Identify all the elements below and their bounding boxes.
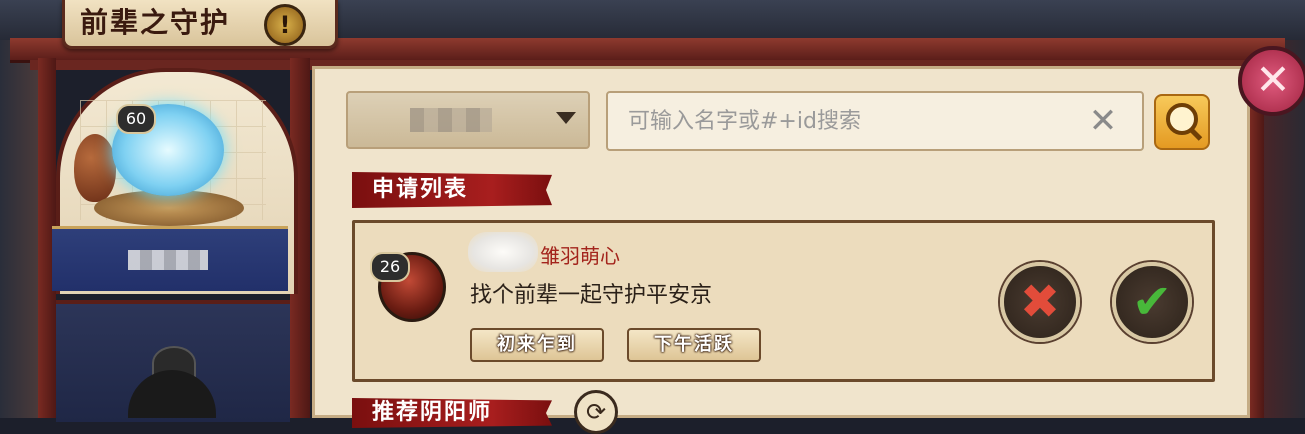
player-level-badge: 60 <box>116 104 156 134</box>
applicant-level-badge: 26 <box>370 252 410 282</box>
section-apply-list: 申请列表 <box>352 172 552 208</box>
page-title: 前辈之守护 <box>80 6 231 39</box>
tag-afternoon-active: 下午活跃 <box>627 328 761 362</box>
applicant-name: 雏羽萌心 <box>540 244 620 268</box>
accept-button[interactable]: ✔ <box>1112 262 1192 342</box>
player-name-blurred <box>128 250 208 270</box>
chevron-down-icon[interactable] <box>556 112 576 124</box>
refresh-icon[interactable]: ⟳ <box>574 390 618 434</box>
applicant-name-blurred <box>468 232 538 272</box>
search-input[interactable] <box>606 91 1144 151</box>
info-icon[interactable]: ! <box>264 4 306 46</box>
background-left <box>0 40 38 418</box>
close-button[interactable]: ✕ <box>1238 46 1305 116</box>
tag-newcomer: 初来乍到 <box>470 328 604 362</box>
clear-icon[interactable]: ✕ <box>1086 104 1120 138</box>
section-recommend: 推荐阴阳师 <box>352 398 552 428</box>
gourd-icon <box>74 134 116 202</box>
dropdown-value-blurred <box>410 108 492 132</box>
applicant-message: 找个前辈一起守护平安京 <box>470 283 713 308</box>
reject-button[interactable]: ✖ <box>1000 262 1080 342</box>
